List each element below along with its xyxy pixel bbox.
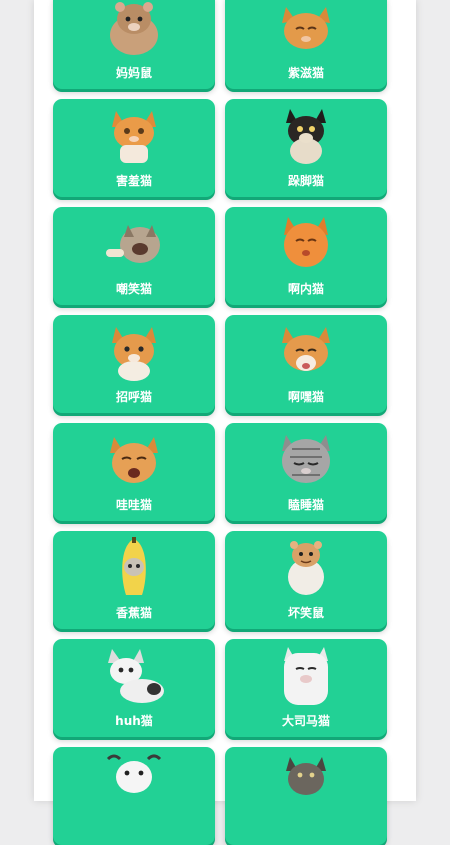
orange-white-cat-icon [282, 327, 330, 371]
sticker-label: 紫滋猫 [287, 66, 324, 80]
tabby-cat-icon [282, 435, 330, 483]
laughing-cat-icon [106, 225, 160, 263]
sticker-card-greet-cat[interactable]: 招呼猫 [53, 315, 215, 413]
sticker-card-stomp-cat[interactable]: 跺脚猫 [225, 99, 387, 197]
sticker-label: 招呼猫 [115, 390, 152, 404]
sticker-card-goat[interactable] [53, 747, 215, 845]
orange-white-cat-icon [112, 327, 156, 381]
sticker-label: 妈妈鼠 [115, 66, 152, 80]
sticker-card-sleepy-cat[interactable]: 瞌睡猫 [225, 423, 387, 521]
banana-cat-icon [122, 537, 146, 595]
sticker-label: 啊内猫 [287, 282, 324, 296]
white-cat-icon [108, 649, 164, 703]
sticker-card-ahey-cat[interactable]: 啊嘿猫 [225, 315, 387, 413]
sticker-label: 害羞猫 [115, 174, 152, 188]
sticker-label: 瞌睡猫 [287, 498, 324, 512]
sticker-label: 坏笑鼠 [287, 606, 324, 620]
hamster-icon [288, 541, 324, 595]
sticker-card-anei-cat[interactable]: 啊内猫 [225, 207, 387, 305]
goat-icon [106, 754, 162, 793]
sticker-panel: 妈妈鼠 紫滋猫 害羞猫 跺脚猫 嘲笑猫 啊内猫 招呼猫 啊嘿猫 哇哇猫 瞌睡猫 … [34, 0, 416, 845]
orange-cat-icon [282, 7, 330, 49]
sticker-card-shy-cat[interactable]: 害羞猫 [53, 99, 215, 197]
sticker-label: huh猫 [115, 714, 153, 728]
sticker-card-huh-cat[interactable]: huh猫 [53, 639, 215, 737]
black-cat-icon [286, 109, 326, 164]
sticker-label: 啊嘿猫 [287, 390, 324, 404]
sticker-card-mama-mouse[interactable]: 妈妈鼠 [53, 0, 215, 89]
sticker-card-gray-cat[interactable] [225, 747, 387, 845]
sticker-label: 哇哇猫 [115, 498, 152, 512]
sticker-card-dasima-cat[interactable]: 大司马猫 [225, 639, 387, 737]
orange-cat-icon [110, 437, 158, 483]
hamster-icon [110, 2, 158, 55]
sticker-label: 大司马猫 [281, 714, 330, 728]
sticker-label: 跺脚猫 [287, 174, 324, 188]
white-cat-icon [284, 647, 328, 705]
orange-cat-icon [112, 111, 156, 163]
sticker-label: 嘲笑猫 [115, 282, 152, 296]
sticker-card-mock-cat[interactable]: 嘲笑猫 [53, 207, 215, 305]
sticker-label: 香蕉猫 [115, 606, 152, 620]
orange-cat-icon [284, 217, 328, 267]
sticker-card-wawa-cat[interactable]: 哇哇猫 [53, 423, 215, 521]
sticker-card-smirk-mouse[interactable]: 坏笑鼠 [225, 531, 387, 629]
sticker-card-banana-cat[interactable]: 香蕉猫 [53, 531, 215, 629]
sticker-card-zizi-cat[interactable]: 紫滋猫 [225, 0, 387, 89]
gray-cat-icon [286, 757, 326, 795]
